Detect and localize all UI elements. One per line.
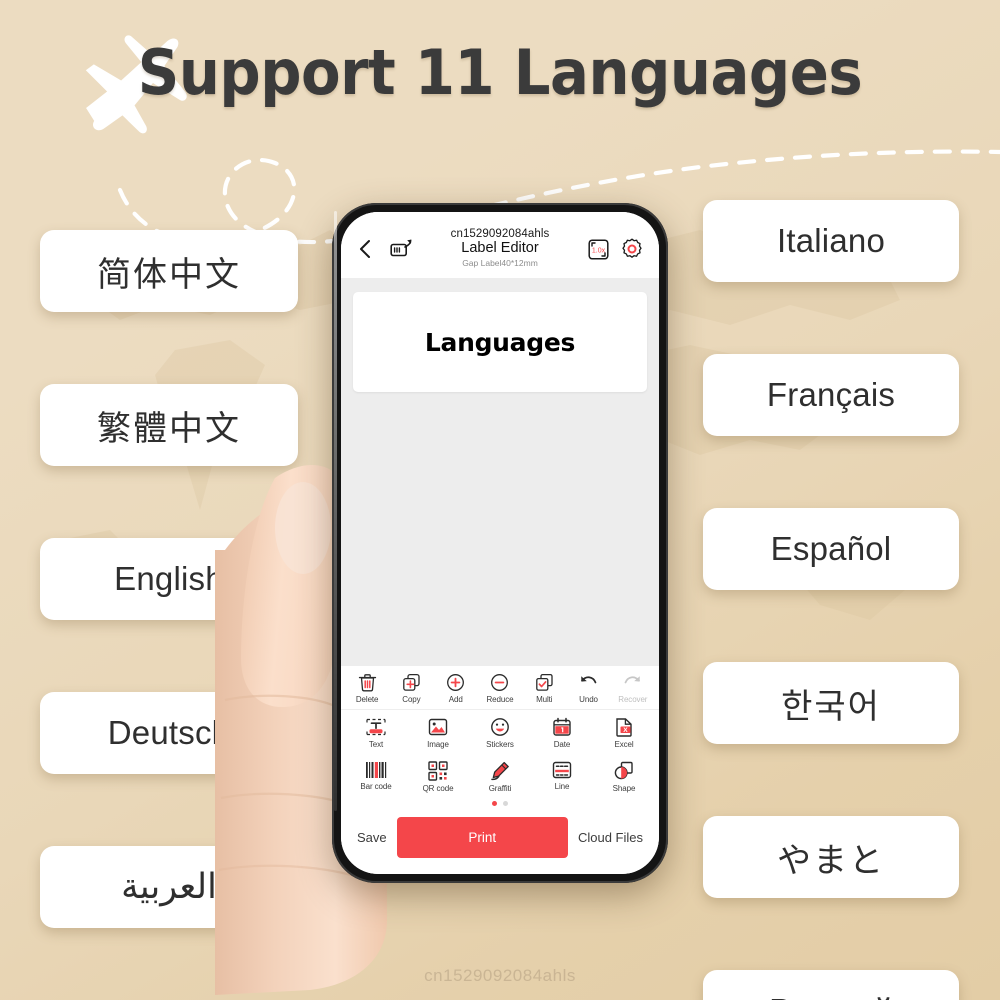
line-tool-icon — [552, 761, 572, 779]
toolbar-row-insert-basic: Text Image Stickers Date X Excel — [341, 710, 659, 754]
text-tool-icon — [366, 718, 386, 736]
tool-shape[interactable]: Shape — [593, 761, 655, 793]
redo-arrow-icon — [624, 676, 641, 684]
multi-select-icon — [535, 673, 553, 691]
tool-label: Image — [427, 740, 449, 749]
scale-1x-icon: 1.0x — [587, 238, 609, 260]
language-pill-traditional-chinese[interactable]: 繁體中文 — [40, 384, 298, 466]
tool-excel[interactable]: X Excel — [593, 717, 655, 749]
language-pill-arabic[interactable]: العربية — [40, 846, 298, 928]
language-pill-english[interactable]: English — [40, 538, 298, 620]
tool-image[interactable]: Image — [407, 717, 469, 749]
tool-text[interactable]: Text — [345, 717, 407, 749]
tool-delete[interactable]: Delete — [345, 673, 389, 704]
tool-label: Reduce — [486, 695, 514, 704]
pager-dot-1[interactable] — [492, 801, 497, 806]
tool-label: Bar code — [360, 782, 392, 791]
pager-dot-2[interactable] — [503, 801, 508, 806]
tool-label: Line — [554, 782, 570, 791]
bottom-action-bar: Save Print Cloud Files — [341, 811, 659, 874]
tool-label: QR code — [422, 784, 454, 793]
tool-label: Add — [448, 695, 463, 704]
tool-barcode[interactable]: Bar code — [345, 761, 407, 791]
label-printer-icon — [390, 239, 412, 257]
tool-line[interactable]: Line — [531, 761, 593, 791]
settings-button[interactable] — [619, 236, 645, 262]
editor-toolbar: Delete Copy Add Reduce Multi Undo Recove… — [341, 666, 659, 811]
tool-label: Recover — [618, 695, 648, 704]
tool-label: Undo — [579, 695, 598, 704]
label-preview-card[interactable]: Languages — [353, 292, 647, 392]
label-text-object[interactable]: Languages — [425, 328, 576, 357]
printer-button[interactable] — [389, 236, 415, 262]
zoom-scale-button[interactable]: 1.0x — [585, 236, 611, 262]
toolbar-row-insert-advanced: Bar code QR code Graffiti Line Shape — [341, 754, 659, 798]
tool-label: Graffiti — [488, 784, 512, 793]
gear-icon — [622, 238, 642, 258]
tool-stickers[interactable]: Stickers — [469, 717, 531, 749]
smiley-sticker-icon — [491, 718, 509, 736]
language-pill-russian[interactable]: Русский — [703, 970, 959, 1000]
tool-undo[interactable]: Undo — [566, 673, 610, 704]
label-canvas-area[interactable]: Languages — [341, 278, 659, 666]
label-size-text: Gap Label40*12mm — [462, 257, 538, 268]
copy-icon — [403, 673, 420, 691]
excel-file-icon: X — [616, 718, 632, 737]
language-pill-japanese[interactable]: やまと — [703, 816, 959, 898]
phone-device: cn1529092084ahls Label Editor Gap Label4… — [332, 203, 668, 883]
tool-label: Stickers — [486, 740, 514, 749]
tool-label: Copy — [402, 695, 421, 704]
qrcode-icon — [428, 761, 448, 781]
minus-circle-icon — [491, 674, 509, 691]
tool-label: Date — [553, 740, 571, 749]
pen-marker-icon — [491, 761, 509, 781]
save-button[interactable]: Save — [357, 830, 387, 845]
language-pill-korean[interactable]: 한국어 — [703, 662, 959, 744]
toolbar-pager[interactable] — [341, 798, 659, 811]
calendar-icon — [553, 717, 571, 736]
tool-qrcode[interactable]: QR code — [407, 761, 469, 793]
language-list-right: Italiano Français Español 한국어 やまと Русски… — [703, 200, 959, 1000]
tool-label: Shape — [612, 784, 636, 793]
tool-label: Multi — [536, 695, 553, 704]
tool-label: Text — [368, 740, 384, 749]
label-sku-text: cn1529092084ahls — [450, 228, 550, 240]
undo-arrow-icon — [581, 676, 597, 684]
svg-text:1.0x: 1.0x — [591, 247, 605, 254]
svg-text:X: X — [623, 727, 628, 734]
tool-date[interactable]: Date — [531, 717, 593, 749]
toolbar-row-edit-actions: Delete Copy Add Reduce Multi Undo Recove… — [341, 666, 659, 710]
cloud-files-button[interactable]: Cloud Files — [578, 830, 643, 845]
shape-icon — [614, 761, 633, 780]
tool-label: Delete — [355, 695, 379, 704]
image-icon — [428, 718, 448, 736]
editor-title: Label Editor — [461, 240, 539, 257]
poster-canvas: Support 11 Languages 简体中文 繁體中文 English D… — [0, 0, 1000, 1000]
language-pill-simplified-chinese[interactable]: 简体中文 — [40, 230, 298, 312]
print-button[interactable]: Print — [396, 817, 568, 858]
back-button[interactable] — [351, 236, 377, 262]
language-pill-spanish[interactable]: Español — [703, 508, 959, 590]
tool-label: Excel — [614, 740, 634, 749]
app-header: cn1529092084ahls Label Editor Gap Label4… — [341, 212, 659, 278]
tool-recover[interactable]: Recover — [611, 673, 655, 704]
tool-add[interactable]: Add — [434, 673, 478, 704]
chevron-left-icon — [359, 240, 370, 258]
barcode-icon — [366, 762, 387, 778]
plus-circle-icon — [447, 674, 465, 691]
language-pill-italian[interactable]: Italiano — [703, 200, 959, 282]
tool-graffiti[interactable]: Graffiti — [469, 761, 531, 793]
tool-reduce[interactable]: Reduce — [478, 673, 522, 704]
header-titles: cn1529092084ahls Label Editor Gap Label4… — [415, 228, 585, 268]
page-title: Support 11 Languages — [137, 36, 863, 109]
language-pill-french[interactable]: Français — [703, 354, 959, 436]
language-list-left: 简体中文 繁體中文 English Deutsch العربية — [40, 230, 298, 928]
tool-multi[interactable]: Multi — [522, 673, 566, 704]
language-pill-german[interactable]: Deutsch — [40, 692, 298, 774]
trash-icon — [358, 674, 376, 692]
tool-copy[interactable]: Copy — [389, 673, 433, 704]
phone-screen: cn1529092084ahls Label Editor Gap Label4… — [341, 212, 659, 874]
